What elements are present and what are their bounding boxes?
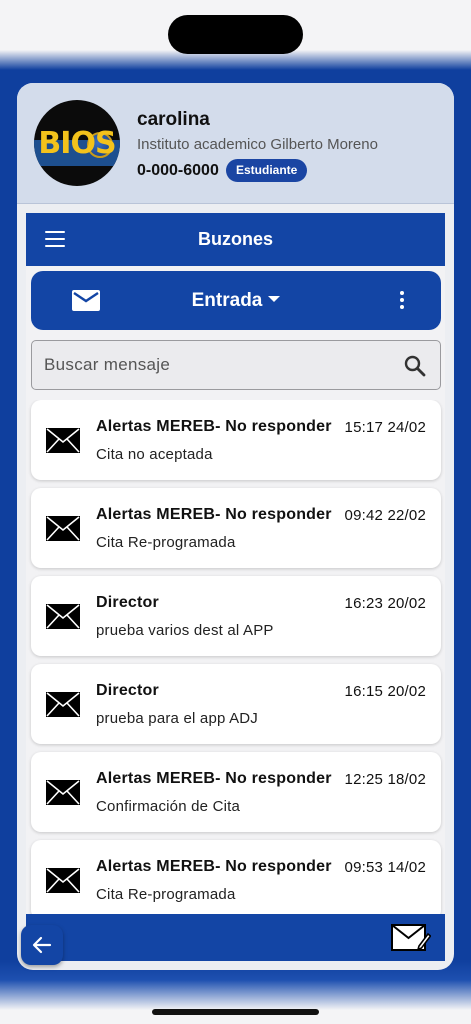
home-indicator xyxy=(152,1009,319,1015)
envelope-icon xyxy=(46,692,80,717)
envelope-icon xyxy=(46,604,80,629)
list-item[interactable]: Alertas MEREB- No responder 09:53 14/02 … xyxy=(31,840,441,920)
message-sender: Alertas MEREB- No responder xyxy=(96,506,332,523)
compose-mail-icon[interactable] xyxy=(391,924,431,952)
arrow-left-icon xyxy=(32,936,52,954)
message-list: Alertas MEREB- No responder 15:17 24/02 … xyxy=(26,400,445,920)
app-bar: Buzones xyxy=(26,213,445,266)
user-name: carolina xyxy=(137,109,210,130)
message-time: 16:23 20/02 xyxy=(344,595,426,612)
folder-bar: Entrada xyxy=(31,271,441,330)
message-subject: Confirmación de Cita xyxy=(96,798,241,815)
list-item[interactable]: Alertas MEREB- No responder 15:17 24/02 … xyxy=(31,400,441,480)
envelope-icon xyxy=(46,868,80,893)
app-card: BIOS carolina Instituto academico Gilber… xyxy=(17,83,454,970)
school-logo: BIOS xyxy=(34,100,120,186)
message-time: 15:17 24/02 xyxy=(344,419,426,436)
message-sender: Alertas MEREB- No responder xyxy=(96,770,332,787)
list-item[interactable]: Alertas MEREB- No responder 12:25 18/02 … xyxy=(31,752,441,832)
list-item[interactable]: Director 16:23 20/02 prueba varios dest … xyxy=(31,576,441,656)
institute-name: Instituto academico Gilberto Moreno xyxy=(137,136,378,153)
message-subject: prueba para el app ADJ xyxy=(96,710,259,727)
user-phone: 0-000-6000 xyxy=(137,162,219,179)
device-notch xyxy=(168,15,303,54)
message-sender: Alertas MEREB- No responder xyxy=(96,858,332,875)
message-time: 09:53 14/02 xyxy=(344,859,426,876)
bottom-bar xyxy=(26,914,445,961)
message-sender: Director xyxy=(96,594,159,611)
message-subject: Cita no aceptada xyxy=(96,446,213,463)
search-icon[interactable] xyxy=(404,355,426,377)
role-badge: Estudiante xyxy=(226,159,308,182)
caret-down-icon xyxy=(268,295,281,302)
message-subject: Cita Re-programada xyxy=(96,534,236,551)
envelope-icon xyxy=(46,428,80,453)
more-vertical-icon[interactable] xyxy=(395,291,409,311)
mailbox-panel: Buzones Entrada Buscar mensaje Alertas M… xyxy=(26,213,445,961)
folder-dropdown[interactable]: Entrada xyxy=(192,290,281,311)
message-time: 09:42 22/02 xyxy=(344,507,426,524)
message-time: 16:15 20/02 xyxy=(344,683,426,700)
page-title: Buzones xyxy=(197,229,273,249)
mail-icon[interactable] xyxy=(72,290,100,311)
back-button[interactable] xyxy=(21,925,63,965)
message-subject: Cita Re-programada xyxy=(96,886,236,903)
envelope-icon xyxy=(46,780,80,805)
message-time: 12:25 18/02 xyxy=(344,771,426,788)
message-sender: Alertas MEREB- No responder xyxy=(96,418,332,435)
list-item[interactable]: Director 16:15 20/02 prueba para el app … xyxy=(31,664,441,744)
list-item[interactable]: Alertas MEREB- No responder 09:42 22/02 … xyxy=(31,488,441,568)
message-subject: prueba varios dest al APP xyxy=(96,622,274,639)
hamburger-menu-icon[interactable] xyxy=(45,231,65,247)
search-box xyxy=(31,340,441,390)
message-sender: Director xyxy=(96,682,159,699)
envelope-icon xyxy=(46,516,80,541)
logo-text: BIOS xyxy=(38,126,116,161)
folder-selected-label: Entrada xyxy=(191,290,263,311)
profile-header: BIOS carolina Instituto academico Gilber… xyxy=(17,83,454,204)
search-input[interactable] xyxy=(44,341,384,389)
